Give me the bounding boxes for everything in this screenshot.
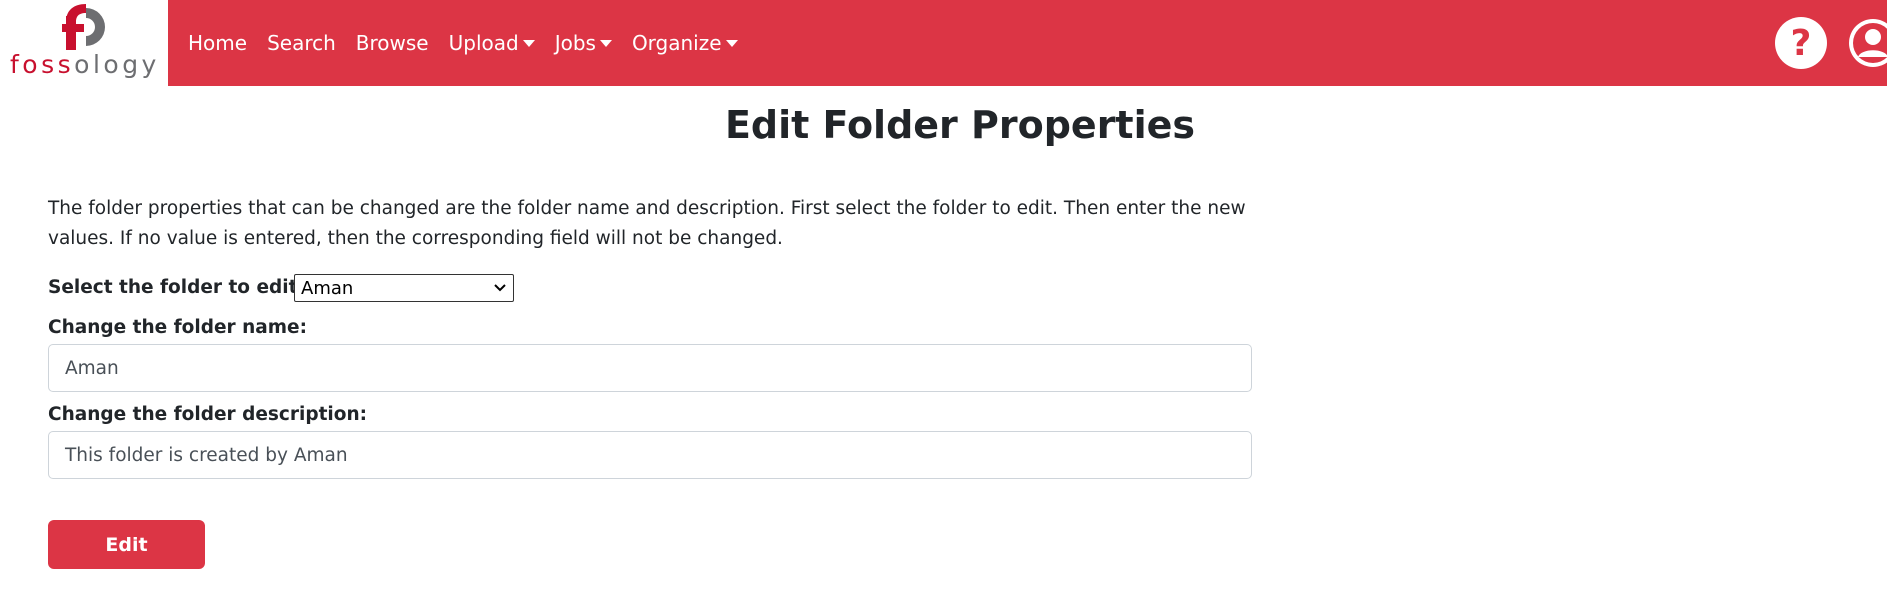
nav-organize-label: Organize — [631, 31, 722, 55]
nav-jobs-label: Jobs — [554, 31, 596, 55]
nav-menu: Home Search Browse Upload Jobs Organize — [188, 0, 758, 86]
nav-browse-label: Browse — [355, 31, 429, 55]
caret-down-icon — [522, 39, 535, 47]
nav-jobs-dropdown[interactable]: Jobs — [555, 31, 612, 55]
nav-browse[interactable]: Browse — [356, 31, 429, 55]
logo-text-foss: foss — [10, 50, 75, 79]
folder-description-label: Change the folder description: — [48, 404, 368, 425]
edit-button[interactable]: Edit — [48, 520, 205, 569]
fossology-logo[interactable]: fossology — [0, 0, 168, 86]
logo-wordmark: fossology — [10, 50, 170, 79]
nav-upload-label: Upload — [448, 31, 519, 55]
question-icon: ? — [1790, 22, 1812, 64]
description-line-1: The folder properties that can be change… — [48, 198, 1246, 219]
logo-text-ology: ology — [74, 50, 160, 79]
nav-home[interactable]: Home — [188, 31, 247, 55]
folder-select[interactable]: Aman — [294, 274, 514, 302]
description-line-2: values. If no value is entered, then the… — [48, 228, 783, 249]
help-button[interactable]: ? — [1775, 17, 1827, 69]
folder-name-value: Aman — [65, 357, 119, 379]
folder-select-value: Aman — [301, 277, 354, 299]
nav-upload-dropdown[interactable]: Upload — [449, 31, 535, 55]
user-icon[interactable] — [1847, 17, 1887, 69]
folder-name-label: Change the folder name: — [48, 317, 307, 338]
folder-description-input[interactable]: This folder is created by Aman — [48, 431, 1252, 479]
nav-organize-dropdown[interactable]: Organize — [632, 31, 738, 55]
nav-search-label: Search — [267, 31, 336, 55]
folder-description-value: This folder is created by Aman — [65, 444, 348, 466]
nav-home-label: Home — [188, 31, 248, 55]
page-description: The folder properties that can be change… — [48, 194, 1258, 254]
folder-name-input[interactable]: Aman — [48, 344, 1252, 392]
caret-down-icon — [725, 39, 738, 47]
top-navbar: fossology Home Search Browse Upload Jobs… — [0, 0, 1887, 86]
caret-down-icon — [599, 39, 612, 47]
page-title: Edit Folder Properties — [724, 103, 1196, 147]
fossology-logo-icon — [62, 4, 105, 50]
select-folder-label: Select the folder to edit: — [48, 277, 305, 298]
nav-search[interactable]: Search — [267, 31, 336, 55]
chevron-down-icon — [494, 284, 506, 292]
